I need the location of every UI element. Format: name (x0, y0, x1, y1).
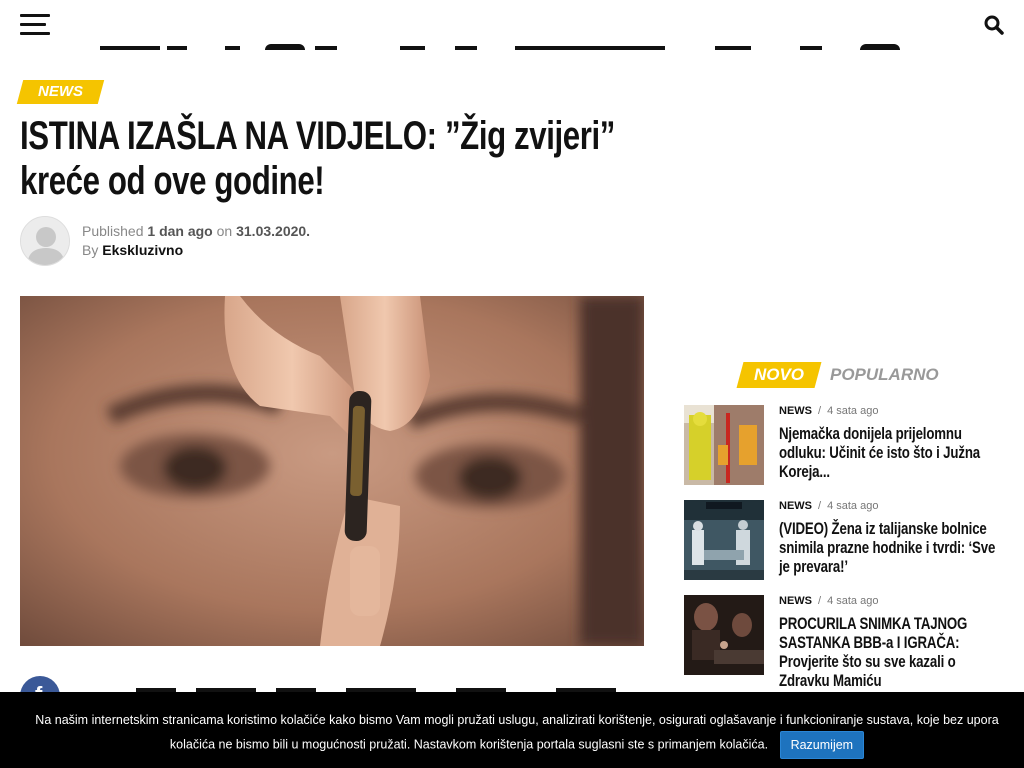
tab-popularno[interactable]: POPULARNO (830, 362, 939, 388)
hamburger-menu-icon[interactable] (20, 14, 50, 36)
article-thumbnail[interactable] (684, 500, 764, 580)
cookie-notice: Na našim internetskim stranicama koristi… (12, 709, 1022, 759)
top-navigation-bar (0, 0, 1024, 50)
article-time: 4 sata ago (827, 595, 879, 607)
article-meta: NEWS/4 sata ago (779, 500, 879, 512)
search-icon[interactable] (984, 15, 1004, 35)
accept-cookies-button[interactable]: Razumijem (779, 731, 865, 759)
article-time: 4 sata ago (827, 500, 879, 512)
publish-info: Published 1 dan ago on 31.03.2020. (82, 223, 310, 239)
article-thumbnail[interactable] (684, 405, 764, 485)
category-label: NEWS (38, 83, 83, 100)
author-avatar[interactable] (20, 216, 70, 266)
article-time: 4 sata ago (827, 405, 879, 417)
article-title-link[interactable]: (VIDEO) Žena iz talijanske bolnice snimi… (779, 519, 1009, 576)
published-label: Published (82, 223, 144, 239)
published-date: 31.03.2020. (236, 223, 311, 239)
tab-novo[interactable]: NOVO (736, 362, 822, 388)
sidebar-article[interactable]: NEWS/4 sata ago (VIDEO) Žena iz talijans… (684, 500, 1004, 590)
article-category[interactable]: NEWS (779, 405, 812, 417)
article-category[interactable]: NEWS (779, 500, 812, 512)
article-meta: NEWS/4 sata ago (779, 595, 879, 607)
article-category[interactable]: NEWS (779, 595, 812, 607)
sidebar-article[interactable]: NEWS/4 sata ago PROCURILA SNIMKA TAJNOG … (684, 595, 1004, 690)
article-title-link[interactable]: Njemačka donijela prijelomnu odluku: Uči… (779, 424, 1009, 481)
article-title-link[interactable]: PROCURILA SNIMKA TAJNOG SASTANKA BBB-a I… (779, 614, 1009, 690)
category-badge[interactable]: NEWS (16, 80, 105, 104)
article-hero-image (20, 296, 644, 646)
published-relative: 1 dan ago (147, 223, 213, 239)
author-info: By Ekskluzivno (82, 242, 183, 258)
sidebar-article[interactable]: NEWS/4 sata ago Njemačka donijela prijel… (684, 405, 1004, 495)
author-link[interactable]: Ekskluzivno (102, 242, 183, 258)
site-logo[interactable] (95, 40, 935, 50)
article-title: ISTINA IZAŠLA NA VIDJELO: ”Žig zvijeri” … (20, 114, 615, 203)
article-thumbnail[interactable] (684, 595, 764, 675)
cookie-notice-bar: Na našim internetskim stranicama koristi… (0, 692, 1024, 768)
on-label: on (216, 223, 233, 239)
article-meta: NEWS/4 sata ago (779, 405, 879, 417)
by-label: By (82, 242, 99, 258)
